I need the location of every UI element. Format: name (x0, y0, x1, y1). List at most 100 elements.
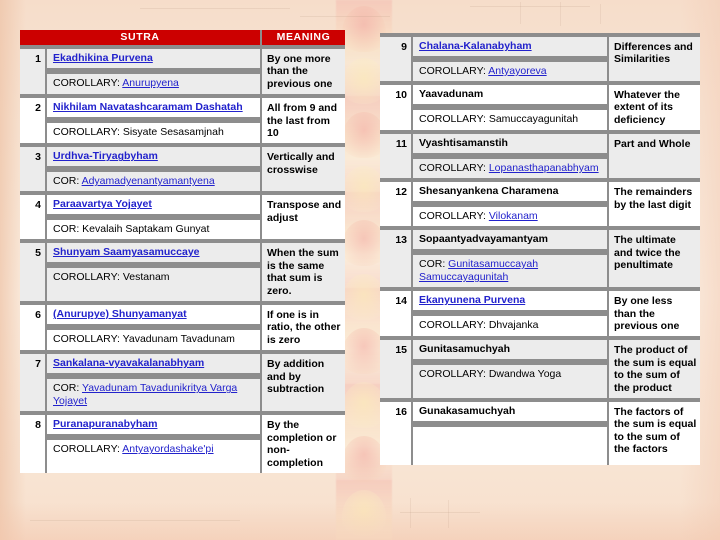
meaning-cell: The remainders by the last digit (607, 180, 700, 229)
corollary-link[interactable]: Vilokanam (489, 210, 538, 222)
background-scratch (600, 4, 601, 24)
table-row: 6 (Anurupye) Shunyamanyat COROLLARY: Yavad… (20, 303, 345, 353)
row-number: 2 (20, 96, 47, 146)
corollary-link[interactable]: Antyayoreva (488, 65, 546, 77)
sutra-text: Yaavadunam (419, 88, 484, 100)
corollary-line: COROLLARY: Anurupyena (47, 74, 260, 93)
sutra-link[interactable]: (Anurupye) Shunyamanyat (53, 308, 187, 320)
sutra-link[interactable]: Chalana-Kalanabyham (419, 40, 532, 52)
meaning-cell: All from 9 and the last from 10 (260, 96, 345, 146)
sutra-cell: Shunyam Saamyasamuccaye COROLLARY: Vestan… (46, 241, 261, 304)
meaning-cell: Differences and Similarities (607, 35, 700, 83)
sutra-name-line: Ekadhikina Purvena (47, 49, 260, 68)
corollary-text: Vestanam (122, 271, 170, 284)
corollary-label: COR: (53, 223, 83, 236)
sutra-text: Vyashtisamanstih (419, 137, 508, 150)
sutra-link[interactable]: Sankalana-vyavakalanabhyam (53, 357, 204, 369)
sutra-link[interactable]: Shunyam Saamyasamuccaye (53, 246, 200, 258)
row-number: 11 (380, 132, 413, 181)
table-row: 4 Paraavartya Yojayet COR: Kevalaih Saptak… (20, 193, 345, 242)
table-row: 1 Ekadhikina Purvena COROLLARY: Anurupyena… (20, 47, 345, 97)
sutra-link[interactable]: Ekanyunena Purvena (419, 294, 525, 306)
sutra-name-line: Sopaantyadvayamantyam (413, 230, 607, 250)
sutra-name-line: Shunyam Saamyasamuccaye (47, 243, 260, 263)
column-header-meaning: MEANING (261, 30, 345, 47)
corollary-line: COROLLARY: Lopanasthapanabhyam (413, 159, 607, 179)
sutra-name-line: Yaavadunam (413, 85, 607, 104)
corollary-placeholder (413, 446, 607, 466)
table-row: 5 Shunyam Saamyasamuccaye COROLLARY: Vesta… (20, 241, 345, 304)
corollary-link[interactable]: Adyamadyenantyamantyena (82, 175, 215, 187)
sutra-name-line: (Anurupye) Shunyamanyat (47, 305, 260, 325)
column-header-sutra: SUTRA (20, 30, 262, 47)
corollary-line: COR: Gunitasamuccayah Samuccayagunitah (413, 255, 607, 288)
row-number: 4 (20, 193, 47, 242)
meaning-cell: By the completion or non-completion (260, 413, 345, 473)
meaning-cell: The ultimate and twice the penultimate (607, 228, 700, 290)
corollary-label: COROLLARY: (53, 333, 123, 346)
row-number: 13 (380, 228, 413, 290)
row-number: 10 (380, 83, 413, 133)
table-row: 3 Urdhva-Tiryagbyham COR: Adyamadyenantyam… (20, 145, 345, 194)
corollary-line: COROLLARY: Yavadunam Tavadunam (47, 330, 260, 350)
corollary-label: COROLLARY: (53, 271, 123, 284)
sutra-link[interactable]: Ekadhikina Purvena (53, 52, 153, 64)
corollary-placeholder (413, 427, 607, 447)
table-header-row: SUTRA MEANING (20, 30, 345, 47)
meaning-cell: Whatever the extent of its deficiency (607, 83, 700, 133)
corollary-text: Sisyate Sesasamjnah (122, 126, 224, 139)
sutra-cell: Yaavadunam COROLLARY: Samuccayagunitah (412, 83, 608, 133)
sutra-link[interactable]: Urdhva-Tiryagbyham (53, 150, 158, 162)
left-table: SUTRA MEANING 1 Ekadhikina Purvena COROLLA… (20, 30, 345, 473)
row-number: 8 (20, 413, 47, 473)
sutra-link[interactable]: Puranapuranabyham (53, 418, 157, 430)
corollary-line: COROLLARY: Samuccayagunitah (413, 110, 607, 129)
table-row: 7 Sankalana-vyavakalanabhyam COR: Yavaduna… (20, 352, 345, 414)
meaning-cell: The product of the sum is equal to the s… (607, 338, 700, 401)
row-number: 6 (20, 303, 47, 353)
sutra-table-left: SUTRA MEANING 1 Ekadhikina Purvena COROLLA… (20, 30, 345, 473)
sutra-text: Gunitasamuchyah (419, 343, 511, 356)
corollary-text: Kevalaih Saptakam Gunyat (82, 223, 210, 236)
corollary-link[interactable]: Lopanasthapanabhyam (489, 162, 599, 174)
corollary-line: COROLLARY: Vilokanam (413, 207, 607, 227)
sutra-name-line: Gunitasamuchyah (413, 340, 607, 360)
corollary-line: COROLLARY: Vestanam (47, 268, 260, 288)
background-scratch (520, 2, 521, 24)
sutra-cell: Sopaantyadvayamantyam COR: Gunitasamuccay… (412, 228, 608, 290)
sutra-cell: Gunakasamuchyah (412, 400, 608, 466)
table-row: 12 Shesanyankena Charamena COROLLARY: Vilo… (380, 180, 700, 229)
sutra-name-line: Chalana-Kalanabyham (413, 37, 607, 56)
sutra-name-line: Gunakasamuchyah (413, 402, 607, 422)
sutra-cell: Nikhilam Navatashcaramam Dashatah COROLLA… (46, 96, 261, 146)
sutra-name-line: Ekanyunena Purvena (413, 291, 607, 311)
corollary-label: COR: (53, 382, 82, 395)
sutra-cell: Puranapuranabyham COROLLARY: Antyayordash… (46, 413, 261, 473)
sutra-cell: Chalana-Kalanabyham COROLLARY: Antyayorev… (412, 35, 608, 83)
corollary-link[interactable]: Anurupyena (122, 77, 179, 89)
meaning-cell: By addition and by subtraction (260, 352, 345, 414)
background-scratch (30, 520, 240, 521)
background-scratch (140, 8, 290, 9)
background-scratch (300, 16, 390, 17)
sutra-text: Sopaantyadvayamantyam (419, 233, 548, 246)
corollary-line: COR: Kevalaih Saptakam Gunyat (47, 220, 260, 240)
corollary-line: COROLLARY: Dwandwa Yoga (413, 365, 607, 385)
sutra-cell: Gunitasamuchyah COROLLARY: Dwandwa Yoga (412, 338, 608, 401)
background-scratch (448, 500, 449, 528)
corollary-label: COROLLARY: (419, 65, 489, 77)
sutra-cell: Ekanyunena Purvena COROLLARY: Dhvajanka (412, 289, 608, 339)
corollary-text: Dhvajanka (488, 319, 539, 332)
sutra-link[interactable]: Paraavartya Yojayet (53, 198, 152, 210)
corollary-line: COROLLARY: Antyayordashake'pi (47, 440, 260, 460)
corollary-text: Yavadunam Tavadunam (122, 333, 235, 346)
background-scratch (560, 2, 561, 26)
sutra-cell: Sankalana-vyavakalanabhyam COR: Yavadunam… (46, 352, 261, 414)
corollary-link[interactable]: Antyayordashake'pi (122, 443, 213, 455)
sutra-name-line: Urdhva-Tiryagbyham (47, 147, 260, 167)
corollary-label: COROLLARY: (419, 162, 489, 175)
corollary-line: COROLLARY: Sisyate Sesasamjnah (47, 123, 260, 143)
sutra-link[interactable]: Nikhilam Navatashcaramam Dashatah (53, 101, 243, 113)
table-row: 2 Nikhilam Navatashcaramam Dashatah COROLL… (20, 96, 345, 146)
table-row: 9 Chalana-Kalanabyham COROLLARY: Antyayore… (380, 35, 700, 83)
